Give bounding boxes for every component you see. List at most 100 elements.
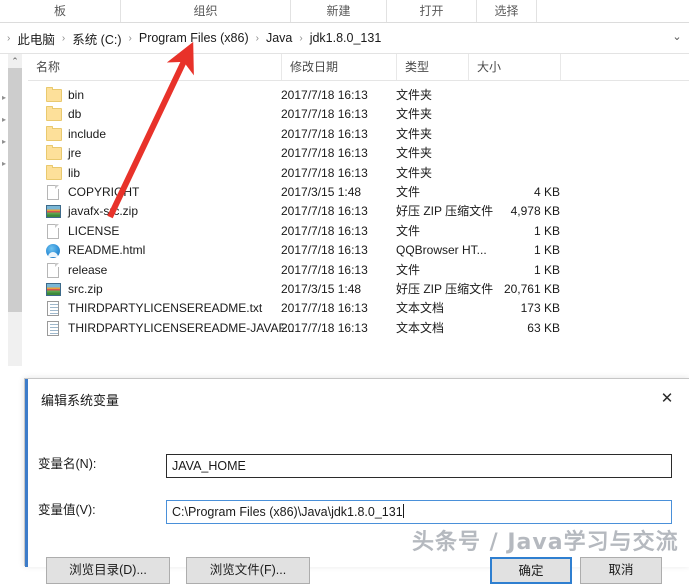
ribbon-group-板[interactable]: 板 — [0, 0, 120, 22]
cell-name: THIRDPARTYLICENSEREADME.txt — [46, 299, 262, 318]
cell-modified-date: 2017/7/18 16:13 — [281, 301, 368, 316]
cell-modified-date: 2017/7/18 16:13 — [281, 146, 368, 161]
ribbon-group-empty — [536, 0, 689, 22]
file-name-label: lib — [68, 165, 81, 180]
navigation-scrollbar-thumb[interactable] — [8, 68, 22, 312]
breadcrumb[interactable]: › 此电脑 › 系统 (C:) › Program Files (x86) › Java › jd… — [2, 23, 383, 53]
cell-size: 4,978 KB — [510, 204, 560, 219]
cancel-button[interactable]: 取消 — [580, 557, 662, 584]
cell-name: release — [46, 261, 107, 280]
address-bar: › 此电脑 › 系统 (C:) › Program Files (x86) › Java › jd… — [0, 23, 689, 54]
cell-size — [468, 105, 560, 124]
cell-type: 文件 — [396, 223, 421, 238]
cell-modified-date: 2017/7/18 16:13 — [281, 243, 368, 258]
file-name-label: bin — [68, 88, 85, 102]
table-row[interactable]: include 2017/7/18 16:13 文件夹 — [28, 125, 689, 144]
folder-icon — [46, 87, 62, 102]
file-icon — [47, 185, 59, 200]
ribbon-group-打开[interactable]: 打开 — [386, 0, 476, 22]
text-caret — [402, 504, 404, 518]
chevron-down-icon[interactable]: ⌄ — [671, 31, 683, 43]
cell-name: README.html — [46, 241, 145, 260]
table-row[interactable]: THIRDPARTYLICENSEREADME.txt 2017/7/18 16:… — [28, 299, 689, 318]
ok-button[interactable]: 确定 — [490, 557, 572, 584]
cell-name: THIRDPARTYLICENSEREADME-JAVAF... — [46, 319, 294, 338]
close-icon[interactable]: ✕ — [654, 387, 680, 409]
column-header-名称[interactable]: 名称 — [28, 54, 281, 80]
cell-name: COPYRIGHT — [46, 183, 139, 202]
table-row[interactable]: bin 2017/7/18 16:13 文件夹 — [28, 86, 689, 105]
breadcrumb-item-1[interactable]: 系统 (C:) — [70, 29, 123, 48]
cell-type: 文本文档 — [396, 320, 445, 335]
text-document-icon — [47, 320, 59, 336]
breadcrumb-item-2[interactable]: Program Files (x86) — [137, 31, 251, 45]
column-header-类型[interactable]: 类型 — [396, 54, 468, 80]
ribbon-group-新建[interactable]: 新建 — [290, 0, 386, 22]
file-name-label: src.zip — [68, 282, 103, 296]
folder-icon — [46, 106, 62, 122]
cell-size: 20,761 KB — [503, 282, 560, 296]
cell-size: 1 KB — [533, 243, 560, 258]
cell-name: javafx-src.zip — [46, 202, 138, 221]
zip-archive-icon — [46, 283, 61, 296]
scroll-up-icon[interactable]: ⌃ — [8, 54, 22, 68]
table-row[interactable]: release 2017/7/18 16:13 文件 1 KB — [28, 261, 689, 280]
file-icon — [47, 262, 59, 278]
cell-type: 文件夹 — [396, 146, 433, 161]
dialog-title-bar[interactable]: 编辑系统变量 ✕ — [28, 379, 689, 417]
cell-size: 173 KB — [520, 301, 560, 316]
table-row[interactable]: jre 2017/7/18 16:13 文件夹 — [28, 144, 689, 163]
cell-modified-date: 2017/7/18 16:13 — [281, 262, 368, 277]
table-row[interactable]: javafx-src.zip 2017/7/18 16:13 好压 ZIP 压缩文件… — [28, 202, 689, 221]
cell-size — [468, 125, 560, 144]
table-row[interactable]: README.html 2017/7/18 16:13 QQBrowser HT..… — [28, 241, 689, 260]
breadcrumb-item-4[interactable]: jdk1.8.0_131 — [308, 31, 384, 45]
text-document-icon — [47, 301, 59, 317]
table-row[interactable]: LICENSE 2017/7/18 16:13 文件 1 KB — [28, 222, 689, 241]
column-header-修改日期[interactable]: 修改日期 — [281, 54, 396, 80]
variable-value-input[interactable]: C:\Program Files (x86)\Java\jdk1.8.0_131 — [166, 500, 672, 524]
cell-type: 文件夹 — [396, 165, 433, 180]
folder-icon — [46, 145, 62, 161]
breadcrumb-separator: › — [61, 32, 66, 44]
cell-type: 文件夹 — [396, 107, 433, 122]
cell-modified-date: 2017/7/18 16:13 — [281, 165, 368, 180]
breadcrumb-separator: › — [299, 32, 303, 44]
variable-value-text: C:\Program Files (x86)\Java\jdk1.8.0_131 — [172, 505, 403, 519]
file-name-label: LICENSE — [68, 223, 120, 238]
variable-name-label: 变量名(N): — [38, 457, 97, 471]
breadcrumb-item-0[interactable]: 此电脑 — [15, 29, 57, 48]
html-document-icon — [46, 244, 60, 259]
cell-name: db — [46, 105, 81, 124]
table-row[interactable]: COPYRIGHT 2017/3/15 1:48 文件 4 KB — [28, 183, 689, 202]
breadcrumb-item-3[interactable]: Java — [264, 31, 294, 45]
ribbon-group-选择[interactable]: 选择 — [476, 0, 536, 22]
table-row[interactable]: src.zip 2017/3/15 1:48 好压 ZIP 压缩文件 20,761 K… — [28, 280, 689, 299]
cell-name: src.zip — [46, 280, 103, 299]
table-row[interactable]: db 2017/7/18 16:13 文件夹 — [28, 105, 689, 124]
ribbon-bar: 板组织 新建 打开 选择 — [0, 0, 689, 23]
file-name-label: THIRDPARTYLICENSEREADME.txt — [68, 301, 263, 316]
file-name-label: release — [68, 262, 108, 277]
browse-file-button[interactable]: 浏览文件(F)... — [186, 557, 310, 584]
cell-type: 文件夹 — [396, 126, 433, 141]
breadcrumb-separator: › — [255, 32, 259, 44]
variable-name-input[interactable]: JAVA_HOME — [166, 454, 672, 478]
table-row[interactable]: THIRDPARTYLICENSEREADME-JAVAF... 2017/7/1… — [28, 319, 689, 338]
column-header-大小[interactable]: 大小 — [468, 54, 560, 80]
cell-size — [468, 144, 560, 163]
folder-icon — [46, 164, 62, 180]
browse-directory-button[interactable]: 浏览目录(D)... — [46, 557, 170, 584]
file-name-label: THIRDPARTYLICENSEREADME-JAVAF... — [68, 320, 295, 335]
file-name-label: README.html — [68, 243, 146, 258]
ribbon-group-组织[interactable]: 组织 — [120, 0, 290, 22]
cell-modified-date: 2017/7/18 16:13 — [281, 204, 368, 219]
table-row[interactable]: lib 2017/7/18 16:13 文件夹 — [28, 164, 689, 183]
cell-type: 文本文档 — [396, 301, 445, 316]
variable-value-label: 变量值(V): — [38, 503, 96, 517]
file-name-label: COPYRIGHT — [68, 185, 140, 199]
cell-size — [468, 164, 560, 183]
breadcrumb-separator: › — [128, 32, 132, 44]
cell-size: 63 KB — [527, 320, 560, 335]
file-name-label: javafx-src.zip — [68, 204, 139, 219]
